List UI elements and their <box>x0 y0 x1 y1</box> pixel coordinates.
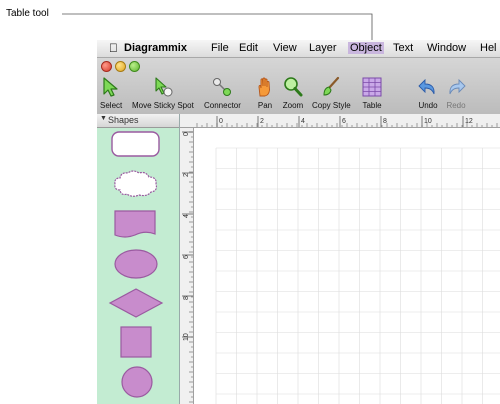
ruler-left-label: 10 <box>183 333 190 341</box>
menu-help[interactable]: Hel <box>480 42 497 54</box>
menu-text[interactable]: Text <box>393 42 413 54</box>
ruler-left-label: 8 <box>183 296 190 300</box>
tool-connector-label: Connector <box>204 101 241 110</box>
select-arrow-icon <box>103 77 118 97</box>
connector-icon <box>213 78 232 96</box>
tool-redo[interactable]: Redo <box>445 76 467 110</box>
canvas-grid <box>215 147 500 404</box>
shape-square[interactable] <box>119 325 153 359</box>
apple-menu-icon[interactable]:  <box>109 41 118 55</box>
tool-redo-label: Redo <box>446 101 466 110</box>
menu-object[interactable]: Object <box>348 42 384 54</box>
menu-window[interactable]: Window <box>427 42 466 54</box>
tool-move-sticky-spot[interactable]: Move Sticky Spot <box>132 76 194 110</box>
callout-label: Table tool <box>6 8 49 19</box>
shapes-panel: ▼ Shapes <box>97 114 180 404</box>
tool-select-label: Select <box>100 101 123 110</box>
menu-file[interactable]: File <box>211 42 229 54</box>
menu-edit[interactable]: Edit <box>239 42 258 54</box>
window-zoom-button[interactable] <box>129 61 140 72</box>
horizontal-ruler-ticks: 0 2 4 6 8 10 12 <box>196 116 498 127</box>
tool-table-label: Table <box>362 101 382 110</box>
menu-view[interactable]: View <box>273 42 297 54</box>
ruler-left-label: 6 <box>183 255 190 259</box>
ruler-left-label: 0 <box>183 132 190 136</box>
ruler-top-label: 0 <box>219 118 223 125</box>
tool-connector[interactable]: Connector <box>204 76 241 110</box>
shapes-panel-header[interactable]: ▼ Shapes <box>97 114 179 128</box>
menu-bar:  Diagrammix File Edit View Layer Object… <box>97 40 500 58</box>
shape-circle[interactable] <box>120 365 154 399</box>
shapes-panel-title: Shapes <box>108 115 139 125</box>
undo-icon <box>418 78 435 95</box>
drawing-canvas[interactable] <box>194 128 500 404</box>
tool-copy-style[interactable]: Copy Style <box>312 76 351 110</box>
tool-move-sticky-spot-label: Move Sticky Spot <box>132 101 194 110</box>
horizontal-ruler: 0 2 4 6 8 10 12 <box>180 114 500 128</box>
shape-cloud[interactable] <box>112 168 160 200</box>
window-minimize-button[interactable] <box>115 61 126 72</box>
brush-icon <box>323 76 340 96</box>
hand-icon <box>258 77 270 97</box>
magnifier-icon <box>284 77 303 97</box>
tool-table[interactable]: Table <box>361 76 383 110</box>
tool-undo-label: Undo <box>418 101 438 110</box>
vertical-ruler: 0 2 4 6 8 10 <box>180 128 194 404</box>
ruler-top-label: 4 <box>301 118 305 125</box>
menu-app-name[interactable]: Diagrammix <box>124 42 187 54</box>
app-window:  Diagrammix File Edit View Layer Object… <box>97 40 500 404</box>
shape-ellipse[interactable] <box>113 247 159 281</box>
tool-copy-style-label: Copy Style <box>312 101 351 110</box>
tool-zoom-label: Zoom <box>282 101 304 110</box>
ruler-top-label: 6 <box>342 118 346 125</box>
tool-undo[interactable]: Undo <box>417 76 439 110</box>
shape-diamond[interactable] <box>107 286 165 320</box>
table-icon <box>362 77 382 97</box>
tool-select[interactable]: Select <box>100 76 122 110</box>
ruler-left-label: 4 <box>183 214 190 218</box>
menu-layer[interactable]: Layer <box>309 42 337 54</box>
ruler-top-label: 10 <box>424 118 432 125</box>
ruler-left-label: 2 <box>183 173 190 177</box>
shape-rounded-rectangle[interactable] <box>110 129 162 159</box>
tool-pan[interactable]: Pan <box>254 76 276 110</box>
tool-zoom[interactable]: Zoom <box>282 76 304 110</box>
window-close-button[interactable] <box>101 61 112 72</box>
ruler-top-label: 8 <box>383 118 387 125</box>
redo-icon <box>449 78 466 95</box>
shape-wave-rectangle[interactable] <box>112 208 158 240</box>
vertical-ruler-ticks: 0 2 4 6 8 10 <box>182 131 193 403</box>
move-sticky-spot-icon <box>155 77 173 97</box>
ruler-top-label: 12 <box>465 118 473 125</box>
ruler-top-label: 2 <box>260 118 264 125</box>
tool-pan-label: Pan <box>257 101 273 110</box>
disclosure-triangle-icon[interactable]: ▼ <box>100 115 107 122</box>
